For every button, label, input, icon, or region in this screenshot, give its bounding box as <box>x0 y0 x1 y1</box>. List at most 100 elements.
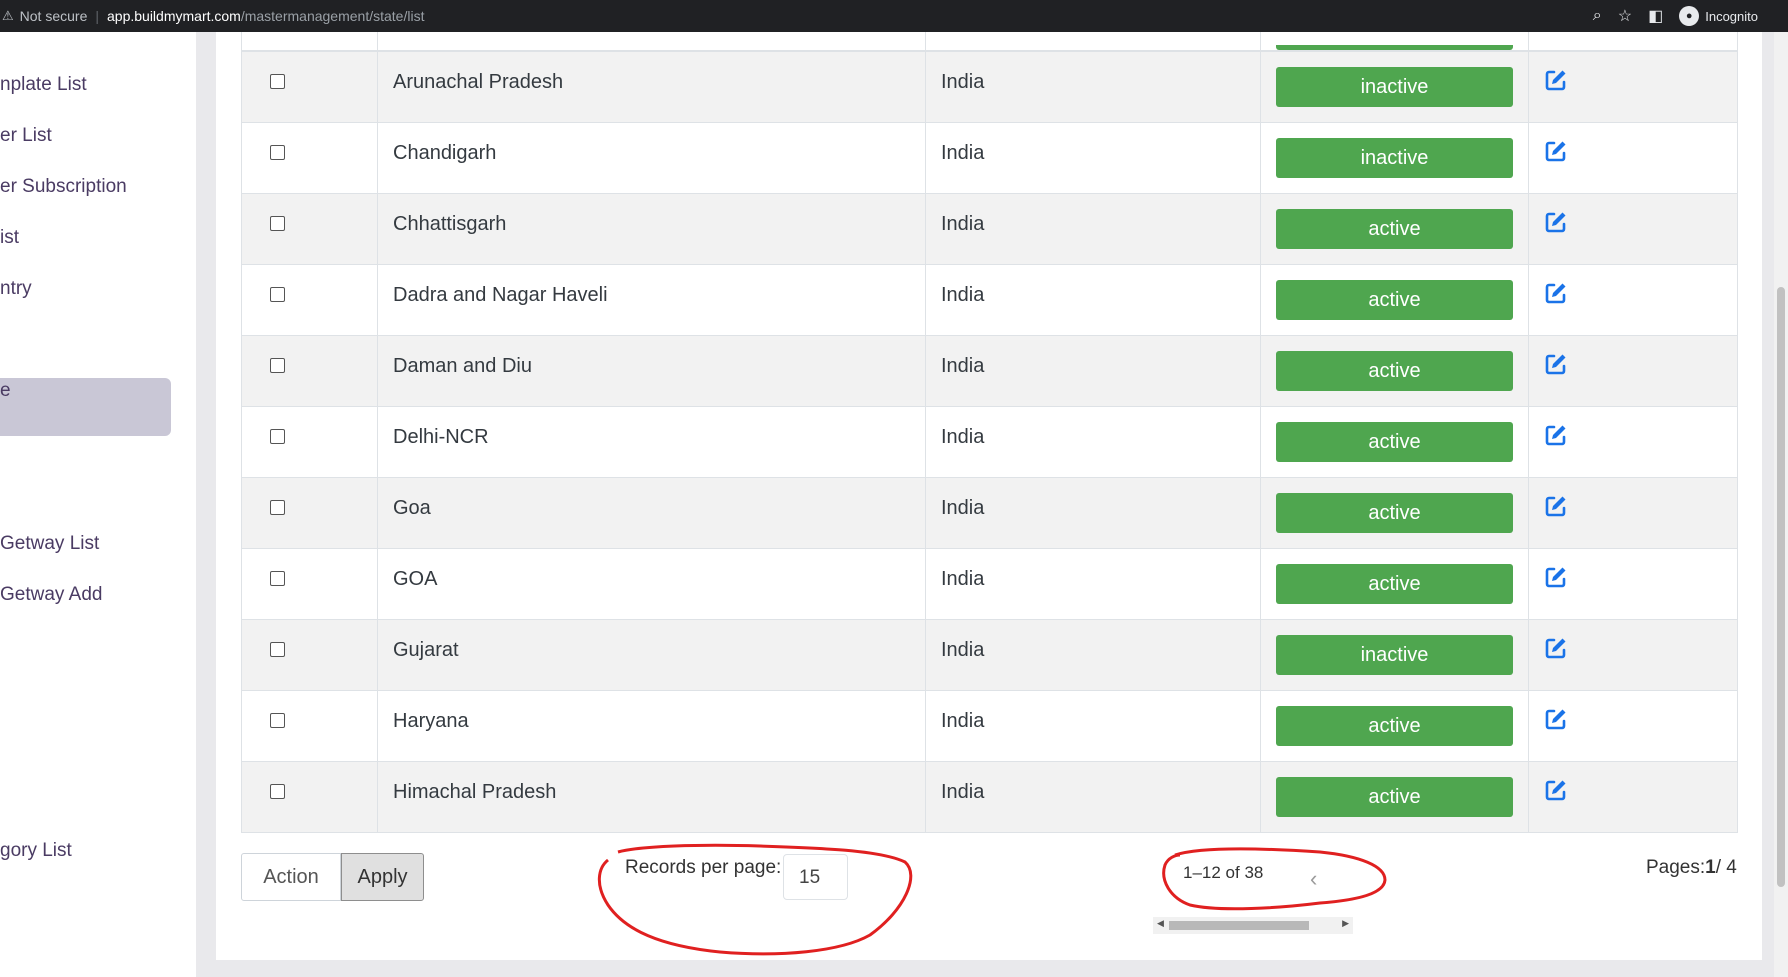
status-pill[interactable]: active <box>1276 777 1513 817</box>
table-row: Chhattisgarh India active <box>241 193 1738 265</box>
table-row: Dadra and Nagar Haveli India active <box>241 264 1738 336</box>
state-name: Chandigarh <box>377 122 926 194</box>
state-table: Arunachal Pradesh India inactive Chandigarh… <box>241 51 1738 833</box>
apply-button[interactable]: Apply <box>341 853 424 901</box>
records-per-page-label: Records per page: <box>625 857 782 878</box>
side-panel-icon[interactable]: ◧ <box>1648 6 1663 26</box>
state-name: GOA <box>377 548 926 620</box>
zoom-icon[interactable]: ⌕ <box>1593 7 1602 25</box>
records-per-page-input[interactable]: 15 <box>783 854 848 900</box>
pagination-range: 1–12 of 38 <box>1183 863 1264 882</box>
country-name: India <box>925 690 1261 762</box>
action-select[interactable]: Action <box>241 853 341 901</box>
status-pill[interactable]: active <box>1276 706 1513 746</box>
edit-icon[interactable] <box>1544 210 1737 234</box>
address-bar[interactable]: app.buildmymart.com/mastermanagement/sta… <box>107 8 424 24</box>
sidebar-item-list[interactable]: ist <box>0 227 19 249</box>
state-name: Himachal Pradesh <box>377 761 926 833</box>
edit-icon[interactable] <box>1544 707 1737 731</box>
edit-icon[interactable] <box>1544 494 1737 518</box>
sidebar-item-user-subscription[interactable]: er Subscription <box>0 176 127 198</box>
sidebar-item-active[interactable] <box>0 378 171 436</box>
table-row: Arunachal Pradesh India inactive <box>241 51 1738 123</box>
status-pill[interactable]: active <box>1276 493 1513 533</box>
country-name: India <box>925 548 1261 620</box>
country-name: India <box>925 335 1261 407</box>
status-pill[interactable]: inactive <box>1276 67 1513 107</box>
sidebar-item-user-list[interactable]: er List <box>0 125 52 147</box>
table-row: Chandigarh India inactive <box>241 122 1738 194</box>
warning-icon[interactable]: ⚠ <box>2 8 14 24</box>
status-pill[interactable]: active <box>1276 422 1513 462</box>
country-name: India <box>925 193 1261 265</box>
sidebar-item-country[interactable]: ntry <box>0 278 32 300</box>
status-pill[interactable]: active <box>1276 564 1513 604</box>
pages-indicator: Pages:1/ 4 <box>1646 857 1737 879</box>
status-pill[interactable]: active <box>1276 280 1513 320</box>
state-name: Arunachal Pradesh <box>377 51 926 123</box>
sidebar-item-template-list[interactable]: nplate List <box>0 74 87 96</box>
country-name: India <box>925 51 1261 123</box>
row-checkbox[interactable] <box>270 642 285 657</box>
edit-icon[interactable] <box>1544 68 1737 92</box>
bookmark-star-icon[interactable]: ☆ <box>1618 6 1632 26</box>
profile-button[interactable]: ● Incognito <box>1679 6 1758 26</box>
table-row: Goa India active <box>241 477 1738 549</box>
status-pill[interactable]: inactive <box>1276 635 1513 675</box>
row-checkbox[interactable] <box>270 784 285 799</box>
page-scrollbar[interactable] <box>1774 32 1788 977</box>
sidebar-item-category-list[interactable]: gory List <box>0 840 72 862</box>
sidebar-item-e[interactable]: e <box>0 380 11 402</box>
table-row-partial <box>241 32 1738 51</box>
edit-icon[interactable] <box>1544 778 1737 802</box>
status-pill[interactable]: inactive <box>1276 138 1513 178</box>
current-page: 1 <box>1705 857 1716 878</box>
row-checkbox[interactable] <box>270 216 285 231</box>
edit-icon[interactable] <box>1544 565 1737 589</box>
row-checkbox[interactable] <box>270 571 285 586</box>
row-checkbox[interactable] <box>270 713 285 728</box>
content-gutter <box>196 32 216 977</box>
edit-icon[interactable] <box>1544 636 1737 660</box>
country-name: India <box>925 406 1261 478</box>
table-row: Daman and Diu India active <box>241 335 1738 407</box>
page-scrollbar-thumb[interactable] <box>1777 287 1785 887</box>
url-separator: | <box>95 8 99 24</box>
row-checkbox[interactable] <box>270 145 285 160</box>
security-label[interactable]: Not secure <box>20 8 88 24</box>
sidebar-item-getway-add[interactable]: Getway Add <box>0 584 102 606</box>
edit-icon[interactable] <box>1544 352 1737 376</box>
sidebar-item-getway-list[interactable]: Getway List <box>0 533 99 555</box>
table-row: GOA India active <box>241 548 1738 620</box>
total-pages: / 4 <box>1715 857 1737 878</box>
country-name: India <box>925 477 1261 549</box>
country-name: India <box>925 761 1261 833</box>
previous-page-icon[interactable]: ‹ <box>1310 868 1317 890</box>
row-checkbox[interactable] <box>270 287 285 302</box>
profile-label: Incognito <box>1705 8 1758 24</box>
status-pill[interactable]: active <box>1276 209 1513 249</box>
table-row: Himachal Pradesh India active <box>241 761 1738 833</box>
horizontal-scrollbar[interactable]: ◀ ▶ <box>1153 917 1353 934</box>
table-row: Haryana India active <box>241 690 1738 762</box>
row-checkbox[interactable] <box>270 358 285 373</box>
status-pill[interactable]: active <box>1276 351 1513 391</box>
row-checkbox[interactable] <box>270 74 285 89</box>
state-name: Dadra and Nagar Haveli <box>377 264 926 336</box>
browser-toolbar: ⚠ Not secure | app.buildmymart.com/maste… <box>0 0 1788 32</box>
status-pill-partial <box>1276 45 1513 50</box>
table-row: Delhi-NCR India active <box>241 406 1738 478</box>
edit-icon[interactable] <box>1544 423 1737 447</box>
sidebar: nplate List er List er Subscription ist … <box>0 32 196 977</box>
row-checkbox[interactable] <box>270 429 285 444</box>
scroll-left-icon[interactable]: ◀ <box>1157 918 1164 929</box>
scroll-right-icon[interactable]: ▶ <box>1342 918 1349 929</box>
pages-label: Pages: <box>1646 857 1706 878</box>
edit-icon[interactable] <box>1544 281 1737 305</box>
state-name: Delhi-NCR <box>377 406 926 478</box>
state-name: Gujarat <box>377 619 926 691</box>
horizontal-scrollbar-thumb[interactable] <box>1169 921 1309 930</box>
table-body: Arunachal Pradesh India inactive Chandigarh… <box>241 51 1738 833</box>
edit-icon[interactable] <box>1544 139 1737 163</box>
row-checkbox[interactable] <box>270 500 285 515</box>
